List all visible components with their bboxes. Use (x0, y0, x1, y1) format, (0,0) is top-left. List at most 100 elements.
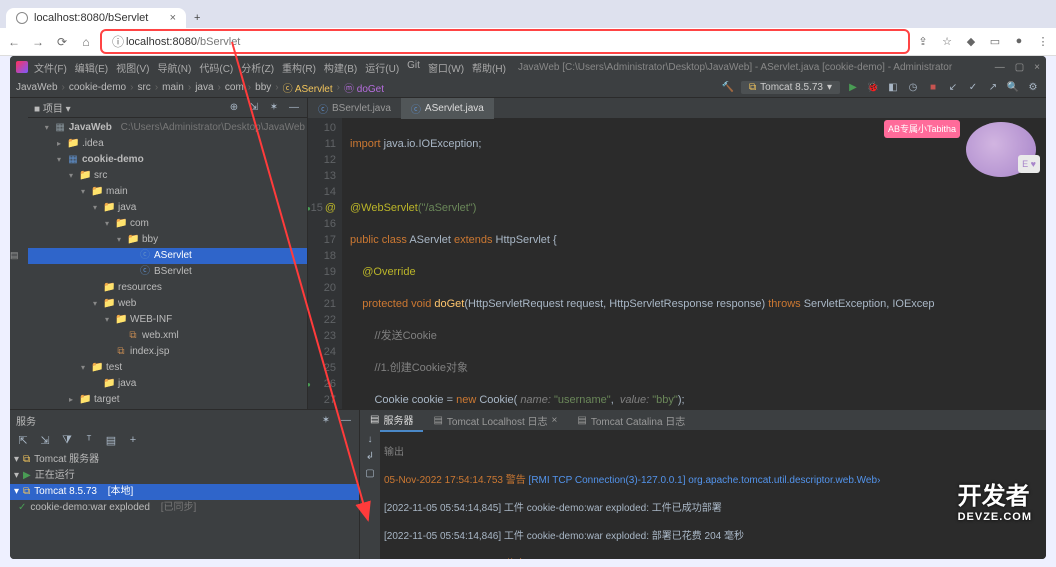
close-icon[interactable]: × (170, 12, 176, 24)
expand-icon[interactable]: ⇲ (247, 102, 261, 113)
tree-bby[interactable]: ▾📁bby (28, 232, 307, 248)
crumb-bby[interactable]: bby (255, 82, 271, 93)
tree-cookie-demo[interactable]: ▾▦cookie-demo (28, 152, 307, 168)
expand-all-icon[interactable]: ⇱ (16, 434, 30, 447)
url-input[interactable]: ⓘ localhost:8080/bServlet (102, 31, 908, 52)
project-tree[interactable]: ▾▦JavaWeb C:\Users\Administrator\Desktop… (28, 118, 307, 409)
print-icon[interactable]: ▢ (363, 468, 377, 479)
tree-test[interactable]: ▾📁test (28, 360, 307, 376)
share-icon[interactable]: ⇪ (916, 35, 930, 48)
hide-icon[interactable]: — (287, 102, 301, 113)
crumb-com[interactable]: com (225, 82, 244, 93)
tree-root[interactable]: ▾▦JavaWeb C:\Users\Administrator\Desktop… (28, 120, 307, 136)
debug-icon[interactable]: 🐞 (866, 82, 880, 93)
gear-icon[interactable]: ⚙ (1026, 82, 1040, 93)
menu-refactor[interactable]: 重构(R) (282, 60, 316, 75)
extension-icon[interactable]: ◆ (964, 35, 978, 48)
menu-edit[interactable]: 编辑(E) (75, 60, 108, 75)
svc-running[interactable]: ▾▶正在运行 (10, 468, 359, 484)
tree-webinf[interactable]: ▾📁WEB-INF (28, 312, 307, 328)
crumb-main[interactable]: main (162, 82, 184, 93)
browser-tab[interactable]: localhost:8080/bServlet × (6, 8, 186, 28)
run-icon[interactable]: ▶ (846, 82, 860, 93)
menu-icon[interactable]: ⋮ (1036, 35, 1050, 48)
build-icon[interactable]: 🔨 (721, 82, 735, 93)
tree-java2[interactable]: 📁java (28, 376, 307, 392)
new-tab-button[interactable]: + (186, 8, 208, 28)
crumb-class[interactable]: ⓒ AServlet (283, 80, 333, 95)
info-icon[interactable]: ⓘ (110, 33, 126, 50)
hide-icon[interactable]: — (339, 415, 353, 426)
menu-navigate[interactable]: 导航(N) (157, 60, 191, 75)
run-config-select[interactable]: ⧉ Tomcat 8.5.73 ▾ (741, 81, 840, 94)
tree-web[interactable]: ▾📁web (28, 296, 307, 312)
git-update-icon[interactable]: ↙ (946, 82, 960, 93)
menu-build[interactable]: 构建(B) (324, 60, 357, 75)
tree-main[interactable]: ▾📁main (28, 184, 307, 200)
select-file-icon[interactable]: ⊕ (227, 102, 241, 113)
tomcat-icon: ⧉ (749, 82, 756, 93)
tree-idea[interactable]: ▸📁.idea (28, 136, 307, 152)
menu-help[interactable]: 帮助(H) (472, 60, 506, 75)
tree-resources[interactable]: 📁resources (28, 280, 307, 296)
profile-icon[interactable]: ◷ (906, 82, 920, 93)
tree-com[interactable]: ▾📁com (28, 216, 307, 232)
console-output[interactable]: 输出 05-Nov-2022 17:54:14.753 警告 [RMI TCP … (380, 430, 1046, 559)
tree-bservlet[interactable]: ⓒBServlet (28, 264, 307, 280)
tree-webxml[interactable]: ⧉web.xml (28, 328, 307, 344)
gear-icon[interactable]: ✶ (319, 415, 333, 426)
filter2-icon[interactable]: ᵀ (82, 434, 96, 446)
svc-artifact[interactable]: ✓cookie-demo:war exploded [已同步] (10, 500, 359, 516)
sidebar-project-icon[interactable]: ▤ (10, 250, 19, 261)
tree-target[interactable]: ▸📁target (28, 392, 307, 408)
close-icon[interactable]: × (1034, 62, 1040, 73)
tree-src[interactable]: ▾📁src (28, 168, 307, 184)
menu-code[interactable]: 代码(C) (199, 60, 233, 75)
stop-icon[interactable]: ■ (926, 82, 940, 93)
menu-run[interactable]: 运行(U) (365, 60, 399, 75)
wrap-icon[interactable]: ↲ (363, 451, 377, 462)
code-area[interactable]: AB专属小Tabitha 10 11 12 13 14 ●15@ 16 17 1… (308, 118, 1046, 409)
coverage-icon[interactable]: ◧ (886, 82, 900, 93)
svc-tomcat[interactable]: ▾⧉Tomcat 服务器 (10, 452, 359, 468)
crumb-src[interactable]: src (137, 82, 150, 93)
crumb-method[interactable]: ⓜ doGet (344, 80, 384, 95)
reload-icon[interactable]: ⟳ (54, 35, 70, 49)
maximize-icon[interactable]: ▢ (1015, 62, 1024, 73)
menu-window[interactable]: 窗口(W) (428, 60, 464, 75)
menu-file[interactable]: 文件(F) (34, 60, 67, 75)
layout-icon[interactable]: ▤ (104, 434, 118, 447)
scroll-down-icon[interactable]: ↓ (363, 434, 377, 445)
menu-git[interactable]: Git (407, 60, 420, 75)
filter-icon[interactable]: ⧩ (60, 434, 74, 447)
add-icon[interactable]: + (126, 434, 140, 446)
menu-analyze[interactable]: 分析(Z) (241, 60, 274, 75)
code-lines[interactable]: import java.io.IOException; @WebServlet(… (342, 118, 1046, 409)
tab-bservlet[interactable]: ⓒBServlet.java (308, 98, 401, 119)
forward-icon[interactable]: → (30, 35, 46, 49)
git-push-icon[interactable]: ↗ (986, 82, 1000, 93)
home-icon[interactable]: ⌂ (78, 35, 94, 49)
tree-indexjsp[interactable]: ⧉index.jsp (28, 344, 307, 360)
tab-catalina-log[interactable]: ▤ Tomcat Catalina 日志 (567, 410, 695, 431)
profile-icon[interactable]: ● (1012, 35, 1026, 48)
tab-aservlet[interactable]: ⓒAServlet.java (401, 98, 494, 119)
tree-aservlet[interactable]: ⓒAServlet (28, 248, 307, 264)
crumb-java[interactable]: java (195, 82, 213, 93)
crumb-module[interactable]: cookie-demo (69, 82, 126, 93)
crumb-project[interactable]: JavaWeb (16, 82, 58, 93)
services-tree[interactable]: ▾⧉Tomcat 服务器 ▾▶正在运行 ▾⧉Tomcat 8.5.73 [本地]… (10, 450, 359, 559)
collapse-all-icon[interactable]: ⇲ (38, 434, 52, 447)
tab-localhost-log[interactable]: ▤ Tomcat Localhost 日志 × (423, 410, 567, 431)
menu-view[interactable]: 视图(V) (116, 60, 149, 75)
minimize-icon[interactable]: — (995, 62, 1005, 73)
svc-instance[interactable]: ▾⧉Tomcat 8.5.73 [本地] (10, 484, 359, 500)
reader-icon[interactable]: ▭ (988, 35, 1002, 48)
tree-java[interactable]: ▾📁java (28, 200, 307, 216)
collapse-icon[interactable]: ✶ (267, 102, 281, 113)
star-icon[interactable]: ☆ (940, 35, 954, 48)
git-commit-icon[interactable]: ✓ (966, 82, 980, 93)
back-icon[interactable]: ← (6, 35, 22, 49)
search-icon[interactable]: 🔍 (1006, 82, 1020, 93)
tab-server[interactable]: ▤ 服务器 (360, 409, 423, 432)
